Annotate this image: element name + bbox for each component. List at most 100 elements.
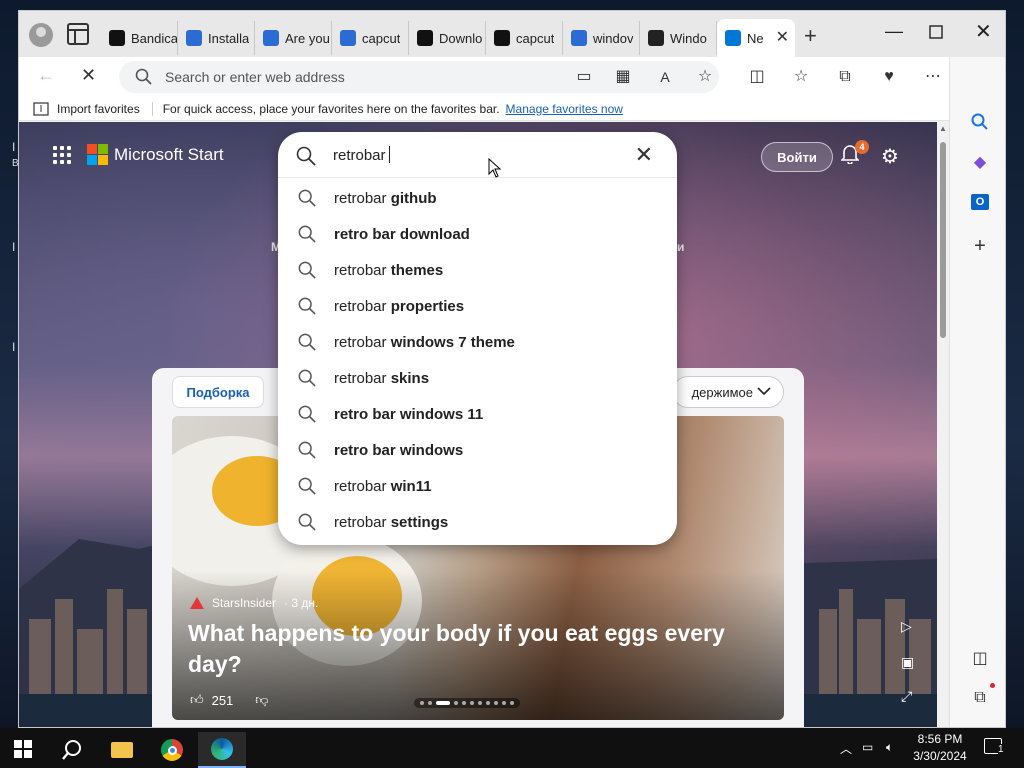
dislike-icon[interactable]: 👎︎ <box>255 692 268 708</box>
suggestion-prefix: retrobar <box>334 369 391 387</box>
suggestion-item[interactable]: retro bar windows 11 <box>278 396 677 432</box>
suggestion-item[interactable]: retrobar win11 <box>278 468 677 504</box>
tab-3[interactable]: capcut <box>332 21 409 55</box>
search-query[interactable]: retrobar <box>333 146 390 164</box>
suggestion-completion: retro bar windows 11 <box>334 405 484 423</box>
stop-loading-button[interactable]: ✕ <box>81 65 96 86</box>
toolbar: ← ✕ Search or enter web address ▭ ▦ A ☆ … <box>19 57 1005 97</box>
like-icon[interactable]: 👍︎ <box>190 692 204 708</box>
settings-icon[interactable]: ⚙ <box>881 144 899 169</box>
add-icon[interactable]: + <box>969 235 991 257</box>
import-favorites-button[interactable]: Import favorites <box>19 101 153 116</box>
suggestion-item[interactable]: retro bar windows <box>278 432 677 468</box>
close-window-button[interactable]: ✕ <box>975 19 992 44</box>
search-box[interactable]: retrobar ✕ <box>278 132 677 178</box>
search-icon <box>298 297 316 315</box>
taskbar-search-icon[interactable] <box>48 732 96 768</box>
tab-4[interactable]: Downlo <box>409 21 486 55</box>
tab-8[interactable]: Ne ✕ <box>717 19 795 57</box>
suggestion-item[interactable]: retrobar settings <box>278 504 677 540</box>
favorite-star-icon[interactable]: ☆ <box>695 67 715 87</box>
tab-5[interactable]: capcut <box>486 21 563 55</box>
back-button[interactable]: ← <box>37 65 55 86</box>
expand-icon[interactable]: ⤢ <box>901 688 912 705</box>
app-available-icon[interactable]: ▭ <box>574 67 594 87</box>
close-tab-icon[interactable]: ✕ <box>776 27 789 47</box>
volume-icon[interactable]: 🔈︎ <box>886 740 893 755</box>
article-headline[interactable]: What happens to your body if you eat egg… <box>188 618 748 680</box>
tab-title: Installa <box>208 30 250 46</box>
suggestion-item[interactable]: retrobar github <box>278 180 677 216</box>
desktop-icon-label: I <box>12 140 16 154</box>
more-menu-icon[interactable]: ⋯ <box>923 67 943 87</box>
chevron-down-icon <box>757 387 771 396</box>
carousel-indicator[interactable] <box>414 698 520 708</box>
tab-title: windov <box>593 30 634 46</box>
tab-7[interactable]: Windo <box>640 21 717 55</box>
favorites-message: For quick access, place your favorites h… <box>162 101 500 116</box>
suggestion-text: retrobar github <box>334 190 437 207</box>
suggestion-text: retro bar windows <box>334 442 463 459</box>
search-icon <box>296 146 316 166</box>
suggestion-item[interactable]: retrobar skins <box>278 360 677 396</box>
suggestion-text: retro bar windows 11 <box>334 406 483 423</box>
file-explorer-icon[interactable] <box>98 732 146 768</box>
scrollbar-thumb[interactable] <box>940 142 946 338</box>
qr-code-icon[interactable]: ▦ <box>613 67 633 87</box>
suggestion-item[interactable]: retro bar download <box>278 216 677 252</box>
tab-2[interactable]: Are you <box>255 21 332 55</box>
suggestion-item[interactable]: retrobar windows 7 theme <box>278 324 677 360</box>
tab-list: Bandica Installa Are you capcut Downlo capcut… <box>101 19 795 57</box>
sidebar-panel-icon[interactable]: ◫ <box>969 647 991 669</box>
read-aloud-icon[interactable]: A <box>655 67 675 87</box>
content-dropdown[interactable]: держимое <box>672 376 784 408</box>
split-screen-icon[interactable]: ◫ <box>747 67 767 87</box>
image-icon[interactable]: ▣ <box>901 654 914 671</box>
brand-name: Microsoft Start <box>114 144 224 164</box>
show-hidden-icons[interactable]: ︿ <box>840 740 852 757</box>
performance-icon[interactable]: ♥ <box>879 67 899 87</box>
search-icon <box>298 261 316 279</box>
favorites-icon[interactable]: ☆ <box>791 67 811 87</box>
scroll-up-icon[interactable]: ▲ <box>939 124 947 133</box>
tab-6[interactable]: windov <box>563 21 640 55</box>
action-center-count: 1 <box>998 744 1004 755</box>
profile-icon[interactable] <box>29 23 53 47</box>
app-launcher-icon[interactable] <box>53 145 71 164</box>
search-icon[interactable] <box>969 111 991 133</box>
ms-start-logo[interactable]: Microsoft Start <box>87 144 224 165</box>
suggestion-completion: skins <box>390 369 430 387</box>
network-icon[interactable]: ▭ <box>862 740 873 754</box>
tab-actions-icon[interactable] <box>67 23 89 45</box>
new-tab-button[interactable]: + <box>804 23 817 49</box>
import-icon <box>33 101 49 116</box>
edge-sidebar: ◆ O + ◫ ⧉ <box>949 57 1005 727</box>
manage-favorites-link[interactable]: Manage favorites now <box>506 102 623 116</box>
play-icon[interactable]: ▷ <box>901 618 912 635</box>
desktop-icon-label: I <box>12 240 16 254</box>
external-link-icon[interactable]: ⧉ <box>969 687 991 709</box>
tab-0[interactable]: Bandica <box>101 21 178 55</box>
collections-icon[interactable]: ⧉ <box>835 67 855 87</box>
suggestion-item[interactable]: retrobar properties <box>278 288 677 324</box>
tab-1[interactable]: Installa <box>178 21 255 55</box>
start-button[interactable] <box>14 740 32 758</box>
minimize-button[interactable]: — <box>885 21 903 42</box>
clock[interactable]: 8:56 PM 3/30/2024 <box>904 731 976 765</box>
clear-search-icon[interactable]: ✕ <box>635 142 653 168</box>
page-scrollbar[interactable]: ▲ <box>937 122 949 727</box>
maximize-button[interactable] <box>929 23 943 44</box>
tab-top-stories[interactable]: Подборка <box>172 376 264 408</box>
tab-title: Ne <box>747 30 764 46</box>
chrome-icon[interactable] <box>148 732 196 768</box>
suggestion-prefix: retrobar <box>334 513 391 531</box>
suggestion-item[interactable]: retrobar themes <box>278 252 677 288</box>
clock-date: 3/30/2024 <box>913 749 967 763</box>
suggestion-completion: settings <box>390 513 449 531</box>
edge-taskbar-icon[interactable] <box>198 732 246 768</box>
shopping-icon[interactable]: ◆ <box>969 151 991 173</box>
signin-button[interactable]: Войти <box>761 142 833 172</box>
outlook-icon[interactable]: O <box>969 191 991 213</box>
suggestion-text: retrobar properties <box>334 298 464 315</box>
suggestion-completion: windows 7 theme <box>390 333 515 351</box>
